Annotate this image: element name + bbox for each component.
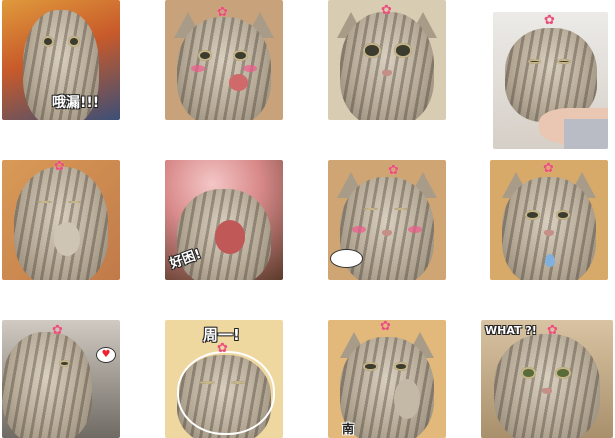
- cat-sticker-tongue[interactable]: ✿: [165, 0, 283, 120]
- cat-eye-icon: [527, 58, 542, 65]
- sticker-caption: 南: [342, 422, 355, 436]
- flower-icon: ✿: [381, 3, 392, 18]
- cat-eye-closed: [200, 381, 215, 384]
- flower-icon: ✿: [380, 320, 391, 334]
- cat-sticker-monday[interactable]: 周一! ✿: [165, 320, 283, 438]
- cat-mouth: [214, 220, 246, 254]
- flower-icon: ✿: [543, 161, 554, 176]
- cat-sticker-thinking[interactable]: ✿: [2, 160, 120, 280]
- sweat-bubble: [176, 350, 276, 435]
- cat-eye-icon: [394, 43, 412, 58]
- cat-paw: [394, 379, 421, 420]
- cat-eye-icon: [554, 367, 571, 379]
- blush-mark: [242, 64, 258, 72]
- cat-eye-icon: [557, 58, 572, 65]
- cat-sticker-big-eyes[interactable]: ✿: [328, 0, 446, 120]
- sticker-caption: WHAT ?!: [485, 324, 537, 337]
- cat-mouth: [228, 74, 248, 92]
- heart-bubble-icon: ♥: [96, 347, 116, 363]
- cat-eye-icon: [42, 36, 54, 47]
- cat-eye-icon: [525, 210, 540, 220]
- cat-nose: [382, 69, 392, 76]
- cat-eye-icon: [233, 50, 248, 62]
- flower-icon: ✿: [54, 160, 65, 174]
- flower-icon: ✿: [388, 163, 399, 178]
- blush-mark: [351, 226, 366, 234]
- cat-eye-closed: [231, 381, 246, 384]
- cat-sticker-what[interactable]: WHAT ?! ✿: [481, 320, 613, 438]
- cat-face-image: [2, 331, 92, 438]
- cat-nose: [544, 229, 554, 236]
- cat-eye-icon: [68, 36, 80, 47]
- cat-sticker-yawn[interactable]: 好困!: [165, 160, 283, 280]
- flower-icon: ✿: [544, 13, 555, 28]
- flower-icon: ✿: [52, 323, 63, 338]
- cat-sticker-wink[interactable]: ✿: [328, 160, 446, 280]
- white-glove-paw: [330, 249, 364, 268]
- flower-icon: ✿: [217, 5, 228, 20]
- cat-face-image: [494, 334, 600, 438]
- flower-icon: ✿: [547, 323, 558, 338]
- cat-paw: [53, 222, 80, 256]
- cat-nose: [382, 229, 392, 236]
- cat-face-image: [339, 12, 435, 120]
- cat-eye-icon: [363, 43, 382, 58]
- cat-sticker-paw[interactable]: 南 ✿: [328, 320, 446, 438]
- cat-sticker-scream[interactable]: 哦漏!!!: [2, 0, 120, 120]
- blush-mark: [190, 64, 206, 72]
- cat-sticker-love[interactable]: ♥ ✿: [2, 320, 120, 438]
- human-sleeve: [564, 118, 608, 149]
- cat-eye-icon: [363, 362, 378, 371]
- cat-sticker-tear[interactable]: ✿: [490, 160, 608, 280]
- cat-sticker-held[interactable]: ✿: [493, 12, 608, 149]
- sticker-caption: 哦漏!!!: [52, 95, 100, 111]
- cat-eye-icon: [394, 362, 409, 371]
- flower-icon: ✿: [217, 341, 228, 356]
